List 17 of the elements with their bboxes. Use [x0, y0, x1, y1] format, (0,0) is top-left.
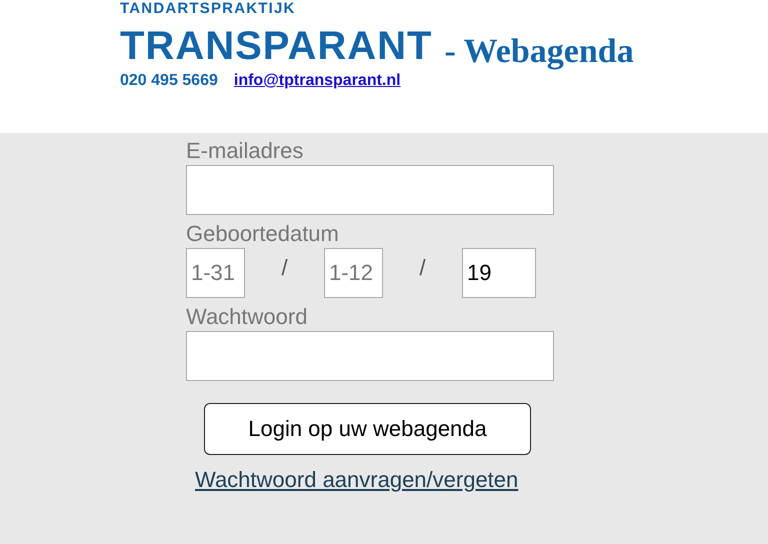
logo-tagline: TANDARTSPRAKTIJK [120, 0, 297, 18]
date-field[interactable]: 1-31 [186, 248, 245, 298]
phone-number: 020 495 5669 [120, 72, 218, 90]
password-field[interactable] [186, 331, 554, 381]
field-label: Wachtwoord [186, 303, 308, 331]
field-label: Geboortedatum [186, 220, 340, 248]
forgot-password-link[interactable]: Wachtwoord aanvragen/vergeten [195, 467, 768, 493]
login-button[interactable]: Login op uw webagenda [204, 403, 531, 455]
field-label: E-mailadres [186, 137, 304, 165]
date-separator: / [280, 254, 289, 282]
email-field[interactable] [186, 165, 554, 215]
logo: TRANSPARANT [120, 24, 432, 68]
date-separator: / [418, 254, 427, 282]
page-title: - Webagenda [444, 32, 634, 72]
date-field[interactable]: 1-12 [324, 248, 383, 298]
email-link[interactable]: info@tptransparant.nl [234, 72, 401, 90]
date-field[interactable]: 19 [462, 248, 536, 298]
